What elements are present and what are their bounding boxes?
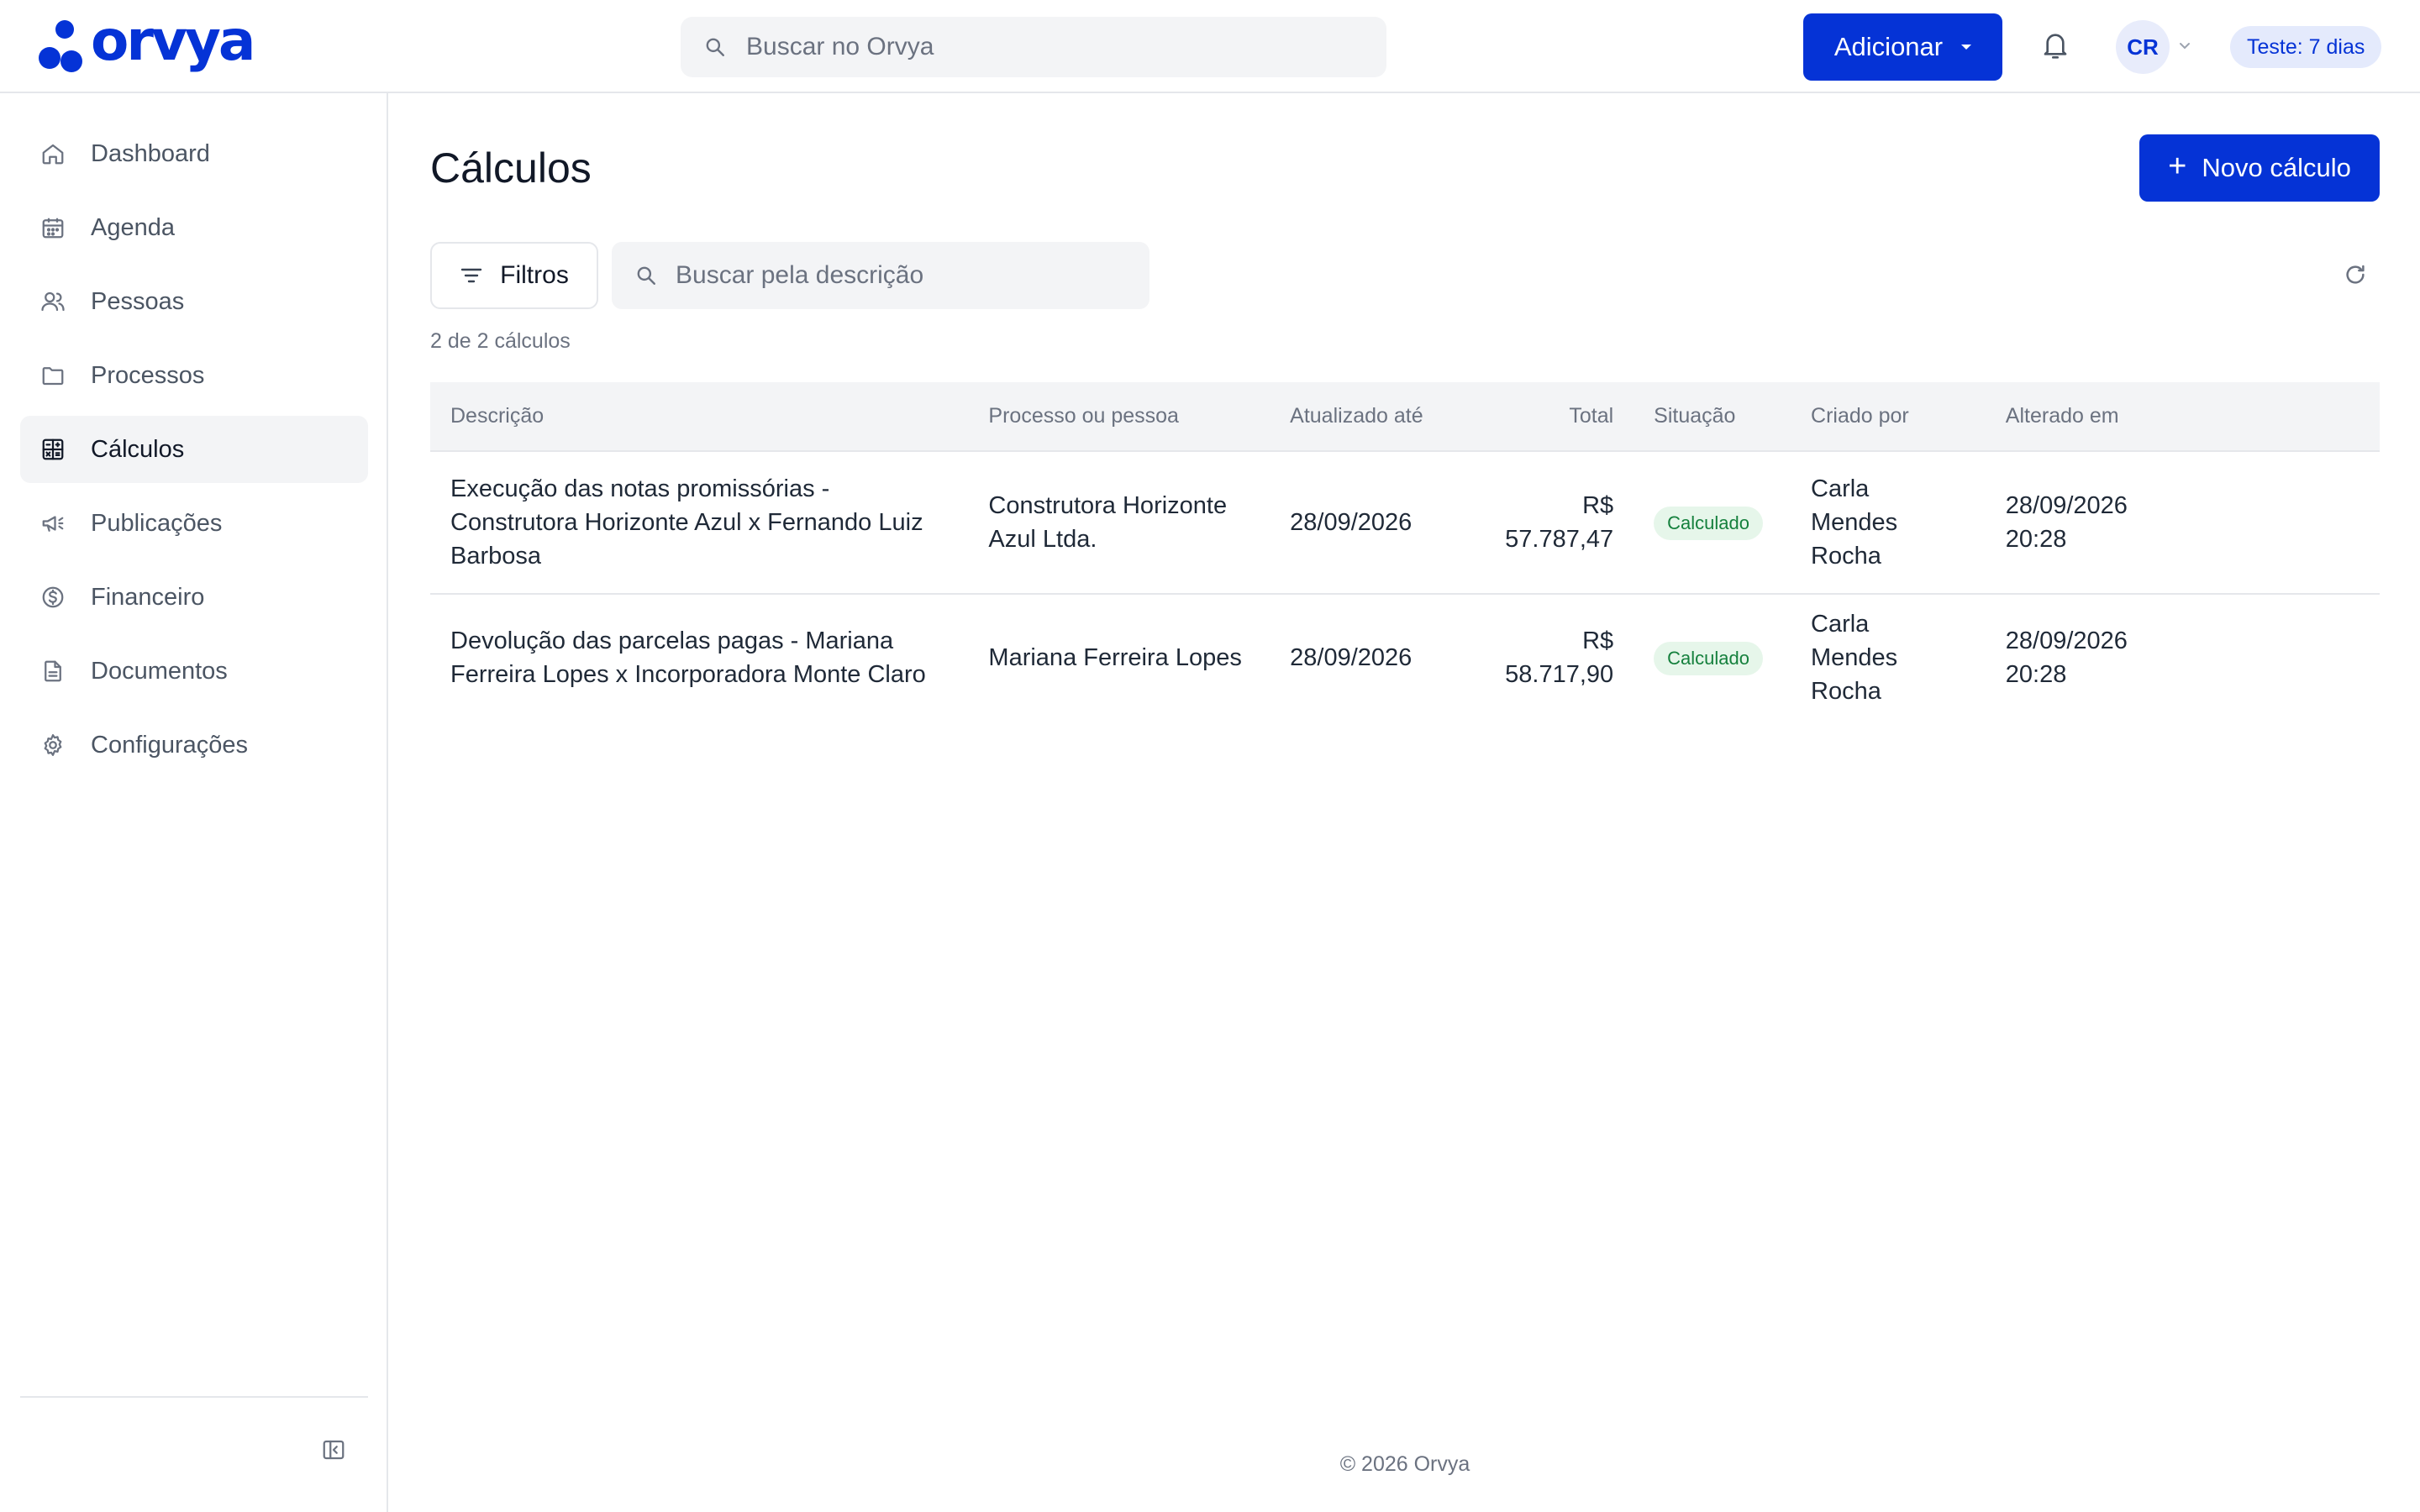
table-row[interactable]: Devolução das parcelas pagas - Mariana F… — [430, 594, 2380, 720]
filters-button[interactable]: Filtros — [430, 242, 598, 309]
chevron-down-icon[interactable] — [2178, 40, 2191, 52]
table-header-row: Descrição Processo ou pessoa Atualizado … — [430, 382, 2380, 452]
caret-down-icon — [1961, 45, 1972, 50]
cell-created-by: Carla Mendes Rocha — [1811, 475, 1898, 570]
sidebar-nav: Dashboard Agenda Pessoas Processos Cálcu… — [20, 120, 368, 785]
cell-updated-until: 28/09/2026 — [1290, 643, 1413, 671]
column-header-updated-until[interactable]: Atualizado até — [1270, 382, 1450, 452]
filters-label: Filtros — [500, 261, 569, 289]
cell-created-by: Carla Mendes Rocha — [1811, 610, 1898, 705]
column-header-description[interactable]: Descrição — [430, 382, 969, 452]
main-content: Cálculos + Novo cálculo Filtros 2 de 2 c… — [390, 93, 2420, 1512]
document-icon — [45, 660, 61, 682]
orvya-logo[interactable]: orvya — [39, 13, 255, 72]
cell-party: Mariana Ferreira Lopes — [988, 643, 1242, 671]
search-icon — [706, 38, 724, 56]
sidebar-item-agenda[interactable]: Agenda — [20, 194, 368, 261]
search-icon — [637, 266, 655, 285]
table-row[interactable]: Execução das notas promissórias - Constr… — [430, 451, 2380, 594]
sidebar-divider — [20, 1396, 368, 1398]
dollar-circle-icon — [42, 586, 64, 608]
bell-icon[interactable] — [2042, 30, 2069, 62]
sidebar-item-label: Processos — [91, 361, 205, 389]
logo-wordmark: orvya — [91, 8, 255, 73]
status-badge: Calculado — [1654, 641, 1763, 675]
cell-modified-at: 28/09/2026 20:28 — [2005, 492, 2128, 553]
sidebar-item-label: Publicações — [91, 509, 223, 537]
cell-modified-at: 28/09/2026 20:28 — [2005, 627, 2128, 688]
sidebar-item-pessoas[interactable]: Pessoas — [20, 268, 368, 335]
avatar-initials: CR — [2127, 34, 2159, 60]
folder-icon — [42, 367, 64, 386]
sidebar-collapse-icon[interactable] — [321, 1437, 346, 1462]
top-bar: orvya Adicionar CR Teste: 7 dias — [0, 0, 2420, 93]
cell-status: Calculado — [1634, 594, 1791, 720]
add-button-label: Adicionar — [1833, 32, 1944, 61]
cell-party: Construtora Horizonte Azul Ltda. — [988, 492, 1228, 553]
calendar-icon — [42, 218, 64, 239]
sidebar-item-label: Cálculos — [91, 435, 185, 463]
sidebar-item-calculos[interactable]: Cálculos — [20, 416, 368, 483]
cell-updated-until: 28/09/2026 — [1290, 509, 1413, 536]
cell-total: R$ 57.787,47 — [1505, 492, 1614, 553]
sidebar-item-publicacoes[interactable]: Publicações — [20, 490, 368, 557]
cell-description: Devolução das parcelas pagas - Mariana F… — [450, 627, 926, 688]
column-header-created-by[interactable]: Criado por — [1791, 382, 1986, 452]
global-search-input[interactable] — [746, 33, 1334, 61]
refresh-icon[interactable] — [2343, 262, 2368, 287]
sidebar-item-processos[interactable]: Processos — [20, 342, 368, 409]
gear-icon — [44, 734, 62, 756]
sidebar-item-label: Configurações — [91, 731, 248, 759]
sidebar-item-label: Financeiro — [91, 583, 205, 611]
column-header-party[interactable]: Processo ou pessoa — [968, 382, 1270, 452]
sidebar-item-financeiro[interactable]: Financeiro — [20, 564, 368, 631]
user-avatar[interactable]: CR — [2116, 20, 2170, 74]
description-search-input[interactable] — [676, 261, 1129, 290]
megaphone-icon — [42, 516, 64, 532]
sidebar-item-label: Agenda — [91, 213, 175, 241]
column-header-status[interactable]: Situação — [1634, 382, 1791, 452]
sidebar-item-label: Pessoas — [91, 287, 185, 315]
trial-badge-label: Teste: 7 dias — [2247, 34, 2365, 59]
results-count: 2 de 2 cálculos — [430, 329, 571, 353]
cell-description: Execução das notas promissórias - Constr… — [450, 475, 923, 570]
calculator-icon — [42, 438, 64, 460]
sidebar-item-documentos[interactable]: Documentos — [20, 638, 368, 705]
logo-mark-icon — [39, 18, 84, 72]
home-icon — [42, 144, 64, 165]
sidebar-item-label: Dashboard — [91, 139, 210, 167]
sidebar-item-configuracoes[interactable]: Configurações — [20, 711, 368, 779]
plus-icon: + — [2168, 149, 2187, 184]
sidebar: Dashboard Agenda Pessoas Processos Cálcu… — [0, 93, 388, 1512]
calculations-table: Descrição Processo ou pessoa Atualizado … — [430, 382, 2380, 720]
description-search[interactable] — [612, 242, 1150, 309]
filter-icon — [460, 268, 482, 283]
trial-badge[interactable]: Teste: 7 dias — [2230, 26, 2382, 68]
global-search[interactable] — [681, 17, 1386, 77]
column-header-modified-at[interactable]: Alterado em — [1985, 382, 2380, 452]
new-calculation-label: Novo cálculo — [2202, 153, 2351, 182]
users-icon — [41, 291, 65, 312]
footer-copyright: © 2026 Orvya — [1339, 1452, 1470, 1476]
add-button[interactable]: Adicionar — [1803, 13, 2002, 81]
cell-status: Calculado — [1634, 451, 1791, 594]
sidebar-item-dashboard[interactable]: Dashboard — [20, 120, 368, 187]
cell-total: R$ 58.717,90 — [1505, 627, 1614, 688]
sidebar-item-label: Documentos — [91, 657, 228, 685]
new-calculation-button[interactable]: + Novo cálculo — [2139, 134, 2380, 202]
column-header-total[interactable]: Total — [1449, 382, 1634, 452]
status-badge: Calculado — [1654, 507, 1763, 540]
page-title: Cálculos — [430, 144, 592, 192]
